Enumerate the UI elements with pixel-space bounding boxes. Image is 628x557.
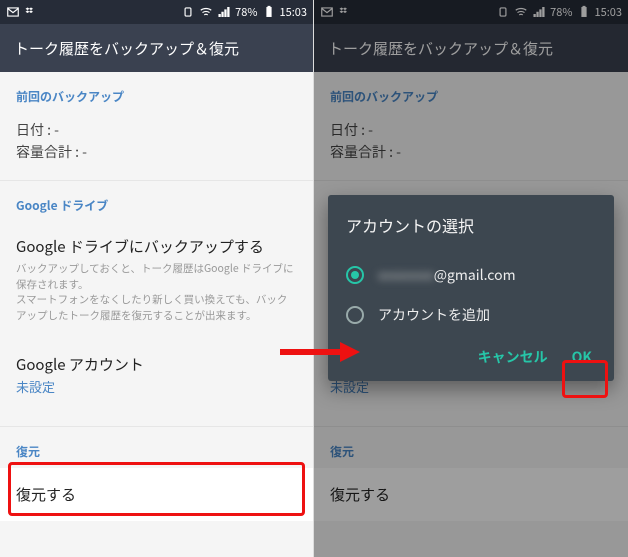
radio-selected-icon [346,266,364,284]
status-bar: 78% 15:03 [0,0,313,24]
vibrate-icon [181,5,195,19]
account-email-suffix: @gmail.com [434,265,516,285]
battery-icon [262,5,276,19]
radio-unselected-icon [346,306,364,324]
backup-to-drive-sub: バックアップしておくと、トーク履歴はGoogle ドライブに保存されます。 スマ… [16,257,297,324]
dropbox-icon [24,5,38,19]
account-name-redacted: xxxxxxxx [378,265,434,285]
phone-left: 78% 15:03 トーク履歴をバックアップ＆復元 前回のバックアップ 日付 :… [0,0,314,557]
section-drive-title: Google ドライブ [0,181,313,222]
app-title: トーク履歴をバックアップ＆復元 [14,38,239,59]
dialog-cancel-button[interactable]: キャンセル [478,347,548,367]
signal-icon [217,5,231,19]
content: 前回のバックアップ 日付 : - 容量合計 : - Google ドライブ Go… [0,72,313,521]
account-dialog: アカウントの選択 xxxxxxxx@gmail.com アカウントを追加 キャン… [328,195,614,381]
app-bar: トーク履歴をバックアップ＆復元 [0,24,313,72]
google-account-row[interactable]: Google アカウント [16,346,297,375]
battery-pct: 78% [235,4,257,20]
restore-button[interactable]: 復元する [0,468,313,521]
dialog-option-add[interactable]: アカウントを追加 [346,295,596,335]
dialog-title: アカウントの選択 [346,213,596,237]
clock: 15:03 [280,4,307,20]
dialog-ok-button[interactable]: OK [572,347,592,367]
dialog-option-account[interactable]: xxxxxxxx@gmail.com [346,255,596,295]
google-account-value[interactable]: 未設定 [16,375,297,410]
section-restore-title: 復元 [0,427,313,468]
backup-date: 日付 : - [16,119,297,141]
add-account-label: アカウントを追加 [378,305,490,325]
phone-right: 78% 15:03 トーク履歴をバックアップ＆復元 前回のバックアップ 日付 :… [314,0,628,557]
backup-size: 容量合計 : - [16,141,297,163]
section-backup-title: 前回のバックアップ [0,72,313,113]
backup-to-drive[interactable]: Google ドライブにバックアップする [16,228,297,257]
mail-icon [6,5,20,19]
wifi-icon [199,5,213,19]
